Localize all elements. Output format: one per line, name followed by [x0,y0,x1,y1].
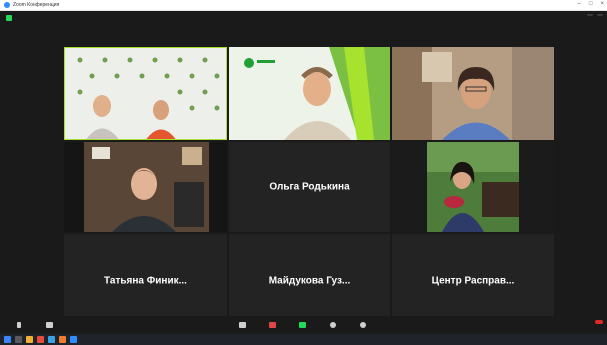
view-controls [587,14,603,16]
window-titlebar: Zoom Конференция – □ × [0,0,607,11]
security-shield-icon[interactable] [6,15,12,21]
participant-video [229,47,390,140]
participant-video [64,142,227,232]
record-button[interactable] [318,321,348,329]
search-icon[interactable] [15,336,22,343]
video-tile-3[interactable] [392,47,554,140]
share-screen-button[interactable] [288,321,318,329]
minimize-icon[interactable]: – [578,1,581,7]
video-tile-8[interactable]: Майдукова Гуз... [229,234,390,327]
video-tile-2[interactable] [229,47,390,140]
participant-display-name: Татьяна Финик... [104,275,187,286]
app-icon[interactable] [48,336,55,343]
video-tile-7[interactable]: Татьяна Финик... [64,234,227,327]
zoom-app-icon [4,2,10,8]
window-title: Zoom Конференция [13,2,60,8]
chat-icon [269,321,277,328]
reactions-button[interactable] [348,321,378,329]
participant-video [65,48,226,139]
participants-button[interactable] [228,321,258,329]
mic-icon [17,321,21,328]
mute-button[interactable] [4,321,34,329]
maximize-icon[interactable]: □ [589,1,593,7]
video-tile-6[interactable] [392,142,554,232]
explorer-icon[interactable] [26,336,33,343]
video-tile-4[interactable] [64,142,227,232]
window-controls: – □ × [578,1,604,7]
video-button[interactable] [34,321,64,329]
video-tile-1[interactable] [64,47,227,140]
participant-display-name: Майдукова Гуз... [268,275,351,286]
share-screen-icon [299,321,307,328]
participant-display-name: Центр Расправ... [431,275,515,286]
video-icon [45,321,53,328]
meeting-view: Ольга Родькина Татьяна Финик... Майдуков… [0,11,607,334]
browser-icon[interactable] [37,336,44,343]
video-tile-9[interactable]: Центр Расправ... [392,234,554,327]
fullscreen-button[interactable] [587,14,593,16]
participant-video [392,142,554,232]
view-button[interactable] [597,14,603,16]
participants-icon [239,321,247,328]
participant-video [392,47,554,140]
video-tile-5[interactable]: Ольга Родькина [229,142,390,232]
os-taskbar [0,334,607,345]
reactions-icon [359,321,366,328]
zoom-taskbar-icon[interactable] [70,336,77,343]
meeting-toolbar [0,316,607,334]
chat-button[interactable] [258,321,288,329]
record-icon [329,321,336,328]
end-meeting-button[interactable] [595,320,603,324]
participant-display-name: Ольга Родькина [269,181,350,193]
meeting-topbar [0,11,607,25]
close-icon[interactable]: × [600,1,604,7]
start-icon[interactable] [4,336,11,343]
app-icon[interactable] [59,336,66,343]
